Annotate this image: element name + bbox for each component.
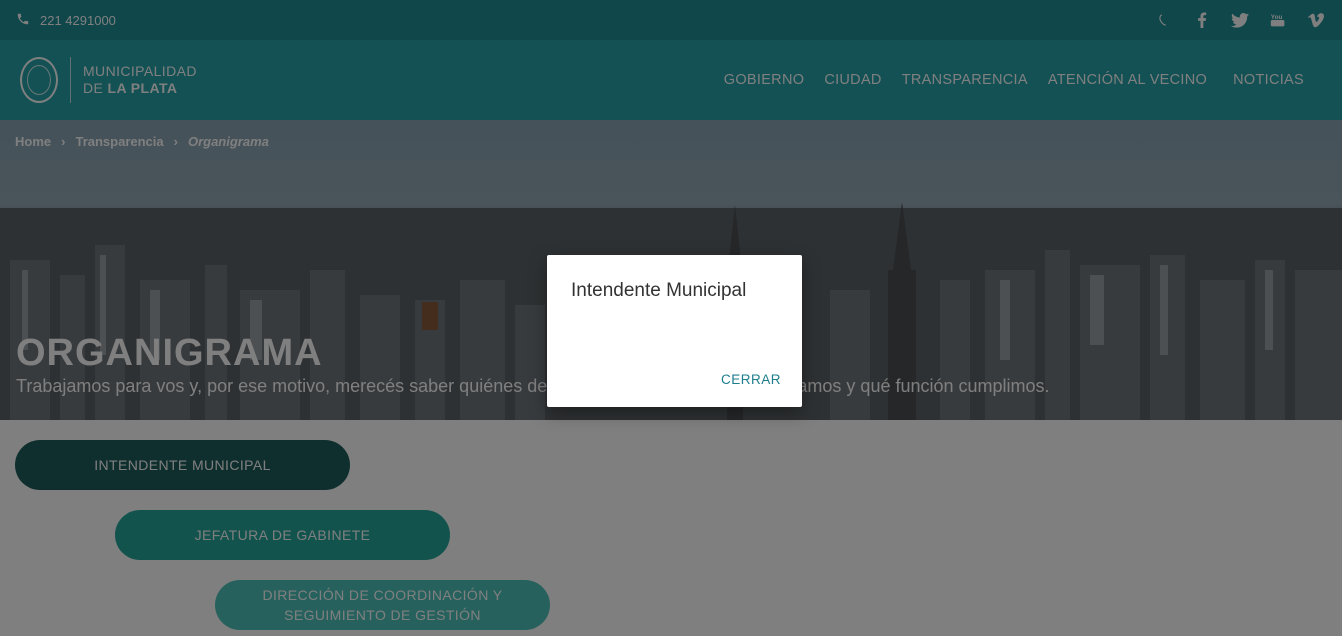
modal-title: Intendente Municipal bbox=[571, 280, 747, 301]
close-button[interactable]: CERRAR bbox=[721, 372, 781, 387]
page: 221 4291000 You MUNICIPALID bbox=[0, 0, 1342, 636]
info-modal: Intendente Municipal CERRAR bbox=[547, 255, 802, 407]
